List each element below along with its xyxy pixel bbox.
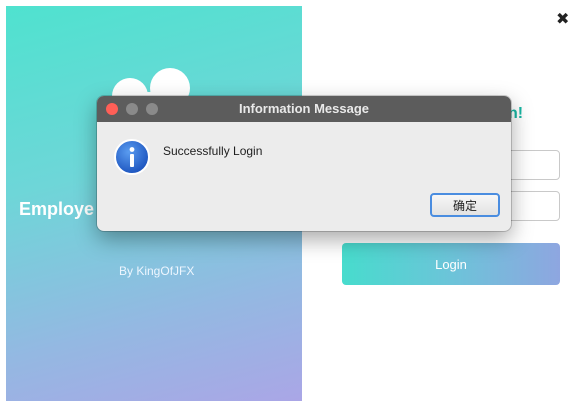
info-icon — [114, 139, 150, 175]
close-icon[interactable]: ✖ — [556, 12, 569, 28]
login-button[interactable]: Login — [342, 243, 560, 285]
dialog-titlebar[interactable]: Information Message — [97, 96, 511, 122]
app-name: Employe — [19, 199, 95, 219]
ok-button[interactable]: 确定 — [430, 193, 500, 217]
dialog-message: Successfully Login — [163, 144, 263, 158]
dialog-title: Information Message — [238, 101, 370, 116]
information-dialog: Information Message Successfully Login 确… — [97, 96, 511, 231]
author-byline: By KingOfJFX — [119, 264, 195, 278]
app-window: Employe By KingOfJFX ✖ n! Login Informat… — [0, 0, 571, 401]
